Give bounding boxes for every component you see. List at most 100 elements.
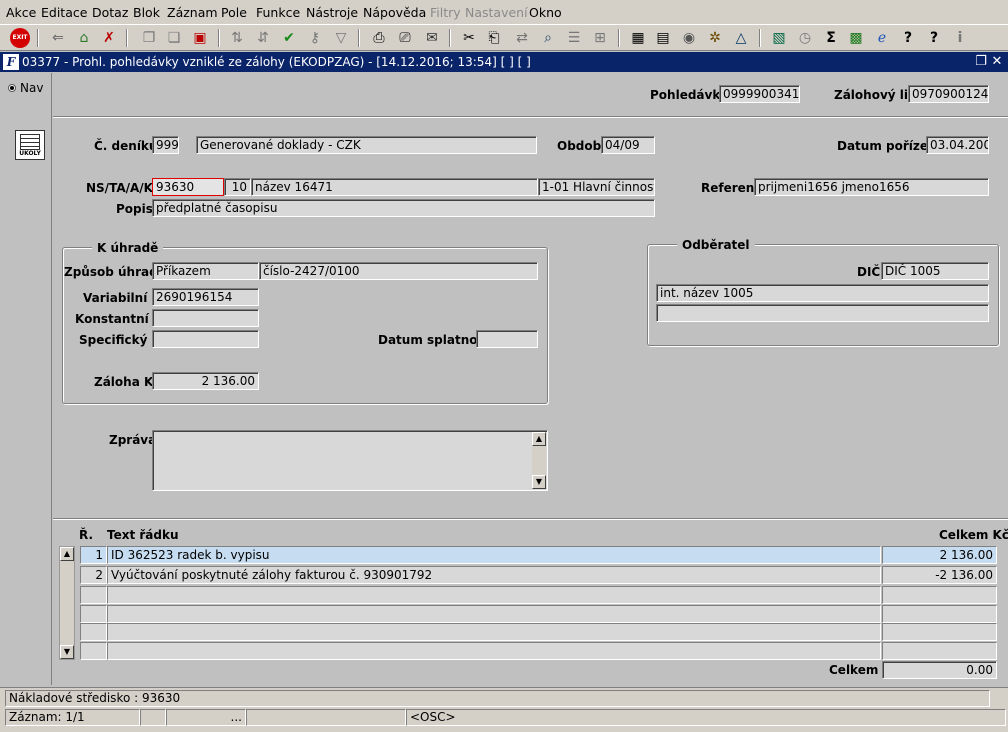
zaloha-field[interactable]: 2 136.00: [152, 372, 259, 390]
scroll-down-icon[interactable]: ▼: [60, 645, 74, 659]
print-icon[interactable]: ⎙: [369, 28, 389, 48]
tree-icon[interactable]: ⊞: [590, 28, 610, 48]
specificky-field[interactable]: [152, 330, 259, 348]
menu-pole[interactable]: Pole: [221, 5, 247, 20]
menu-filtry: Filtry: [430, 5, 461, 20]
info-icon[interactable]: i: [950, 28, 970, 48]
excel-icon[interactable]: ▩: [846, 28, 866, 48]
print-preview-icon[interactable]: ⎚: [395, 28, 415, 48]
menu-blok[interactable]: Blok: [133, 5, 160, 20]
dic-label: DIČ: [857, 265, 881, 279]
calc-icon[interactable]: ▦: [628, 28, 648, 48]
row-1-text[interactable]: ID 362523 radek b. vypisu: [107, 546, 881, 564]
scroll-up-icon[interactable]: ▲: [60, 547, 74, 561]
close-icon[interactable]: ✕: [990, 54, 1004, 69]
attach-icon[interactable]: ⎗: [484, 28, 504, 48]
menu-dotaz[interactable]: Dotaz: [92, 5, 128, 20]
document-icon[interactable]: ▤: [653, 28, 673, 48]
denik-field[interactable]: 999: [152, 136, 179, 154]
filter-icon[interactable]: ▽: [331, 28, 351, 48]
mail-icon[interactable]: ✉: [422, 28, 442, 48]
menu-editace[interactable]: Editace: [41, 5, 87, 20]
globe-icon[interactable]: ◉: [679, 28, 699, 48]
ns-field[interactable]: 93630: [152, 178, 224, 196]
insert-icon[interactable]: ⇄: [512, 28, 532, 48]
menu-napoveda[interactable]: Nápověda: [363, 5, 426, 20]
clear-record-icon[interactable]: ✗: [99, 28, 119, 48]
odberatel-nazev-field[interactable]: int. název 1005: [656, 284, 989, 302]
variabilni-field[interactable]: 2690196154: [152, 288, 259, 306]
row-4-r[interactable]: [80, 605, 107, 623]
row-2-total[interactable]: -2 136.00: [882, 566, 997, 584]
back-icon[interactable]: ⇐: [48, 28, 68, 48]
restore-icon[interactable]: ❐: [974, 54, 988, 69]
row-5-text[interactable]: [107, 623, 881, 641]
row-4-total[interactable]: [882, 605, 997, 623]
zprava-scrollbar[interactable]: ▲ ▼: [532, 432, 546, 489]
row-6-text[interactable]: [107, 642, 881, 660]
a-field[interactable]: název 16471: [251, 178, 538, 196]
nav-radio[interactable]: [8, 84, 16, 92]
row-2-r[interactable]: 2: [80, 566, 107, 584]
denik-name-field[interactable]: Generované doklady - CZK: [196, 136, 537, 154]
popis-field[interactable]: předplatné časopisu: [152, 199, 655, 217]
obdobi-field[interactable]: 04/09: [601, 136, 655, 154]
exit-icon[interactable]: EXIT: [9, 28, 31, 48]
save-record-icon[interactable]: ⌂: [74, 28, 94, 48]
row-5-total[interactable]: [882, 623, 997, 641]
datum-porizeni-field[interactable]: 03.04.2009: [926, 136, 989, 154]
row-6-total[interactable]: [882, 642, 997, 660]
sum-icon[interactable]: Σ: [821, 28, 841, 48]
row-2-text[interactable]: Vyúčtování poskytnuté zálohy fakturou č.…: [107, 566, 881, 584]
paste-icon[interactable]: ❏: [164, 28, 184, 48]
row-5-r[interactable]: [80, 623, 107, 641]
datum-splatnosti-field[interactable]: [476, 330, 538, 348]
sort-asc-icon[interactable]: ⇅: [227, 28, 247, 48]
row-1-r[interactable]: 1: [80, 546, 107, 564]
check-icon[interactable]: ✔: [279, 28, 299, 48]
row-4-text[interactable]: [107, 605, 881, 623]
list-icon[interactable]: ☰: [564, 28, 584, 48]
ie-icon[interactable]: ℯ: [872, 28, 892, 48]
menu-funkce[interactable]: Funkce: [256, 5, 300, 20]
konstantni-field[interactable]: [152, 309, 259, 327]
row-3-total[interactable]: [882, 586, 997, 604]
ukoly-button[interactable]: ÚKOLY: [15, 130, 45, 160]
context-help-icon[interactable]: ?: [924, 28, 944, 48]
cut-icon[interactable]: ✂: [459, 28, 479, 48]
ta-field[interactable]: 10: [224, 178, 251, 196]
dic-field[interactable]: DIČ 1005: [881, 262, 989, 280]
ucet-field[interactable]: číslo-2427/0100: [259, 262, 538, 280]
grid-scrollbar[interactable]: ▲ ▼: [59, 546, 75, 660]
zpusob-uhrady-label: Způsob úhrady: [64, 265, 166, 279]
sort-desc-icon[interactable]: ⇵: [253, 28, 273, 48]
pohledavka-field[interactable]: 0999900341: [719, 85, 800, 103]
query-icon[interactable]: ⌕: [538, 28, 558, 48]
settings-icon[interactable]: ✲: [705, 28, 725, 48]
tools-icon[interactable]: ⚷: [305, 28, 325, 48]
row-6-r[interactable]: [80, 642, 107, 660]
copy-icon[interactable]: ❐: [139, 28, 159, 48]
row-1-total[interactable]: 2 136.00: [882, 546, 997, 564]
row-3-text[interactable]: [107, 586, 881, 604]
zalohovy-list-field[interactable]: 0970900124: [908, 85, 989, 103]
referent-field[interactable]: prijmeni1656 jmeno1656: [754, 178, 989, 196]
chart-icon[interactable]: ▧: [769, 28, 789, 48]
scroll-down-icon[interactable]: ▼: [532, 475, 546, 489]
zpusob-uhrady-field[interactable]: Příkazem: [152, 262, 259, 280]
delete-record-icon[interactable]: ▣: [190, 28, 210, 48]
toolbar-separator: [218, 29, 220, 47]
celkem-field[interactable]: 0.00: [882, 661, 997, 679]
scroll-up-icon[interactable]: ▲: [532, 432, 546, 446]
help-icon[interactable]: ?: [898, 28, 918, 48]
row-3-r[interactable]: [80, 586, 107, 604]
menu-zaznam[interactable]: Záznam: [167, 5, 218, 20]
menu-okno[interactable]: Okno: [529, 5, 562, 20]
odberatel-adresa-field[interactable]: [656, 304, 989, 322]
clock-icon[interactable]: ◷: [795, 28, 815, 48]
map-icon[interactable]: △: [731, 28, 751, 48]
kp-field[interactable]: 1-01 Hlavní činnost: [538, 178, 655, 196]
zprava-textarea[interactable]: [152, 430, 548, 491]
menu-nastroje[interactable]: Nástroje: [306, 5, 358, 20]
menu-akce[interactable]: Akce: [6, 5, 36, 20]
